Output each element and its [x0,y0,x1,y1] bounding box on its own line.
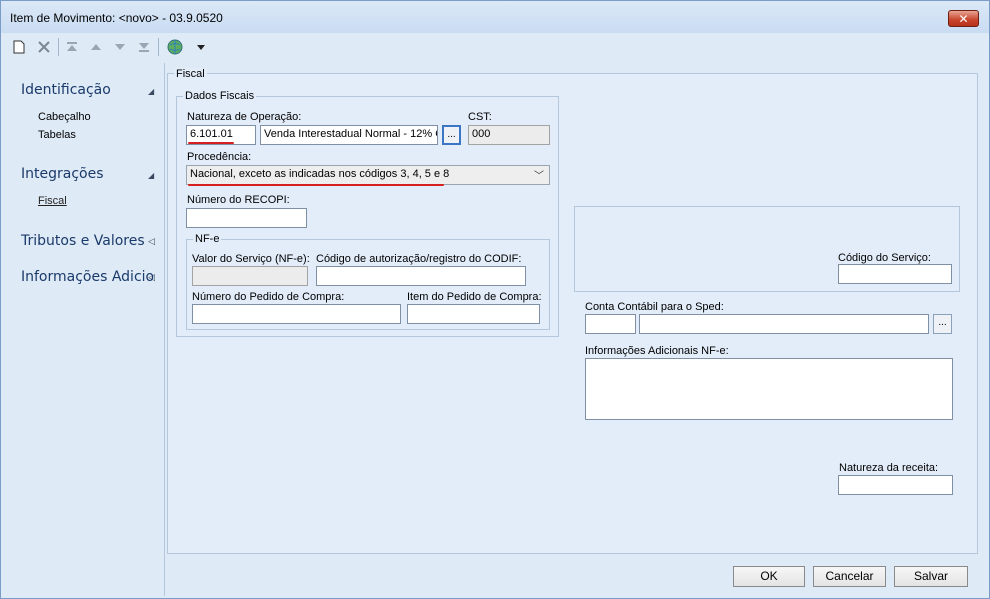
sidebar-group-informacoes[interactable]: Informações Adicio [21,269,154,285]
procedencia-select[interactable]: Nacional, exceto as indicadas nos código… [186,165,550,185]
collapsed-triangle-icon[interactable]: ◁ [148,236,155,247]
window-title: Item de Movimento: <novo> - 03.9.0520 [10,11,223,25]
conta-contabil-desc-input[interactable] [639,314,929,334]
pedido-compra-label: Número do Pedido de Compra: [192,291,345,303]
codigo-servico-input[interactable] [838,264,952,284]
sidebar-item-fiscal[interactable]: Fiscal [38,195,67,207]
next-icon[interactable] [111,38,129,56]
valor-servico-input[interactable] [192,266,308,286]
sidebar-group-identificacao[interactable]: Identificação [21,82,111,98]
annotation-underline [188,142,234,144]
natureza-lookup-button[interactable]: ... [442,125,461,145]
annotation-underline [188,184,444,186]
close-icon: ✕ [958,11,969,26]
valor-servico-label: Valor do Serviço (NF-e): [192,253,310,265]
dados-fiscais-group: Dados Fiscais Natureza de Operação: 6.10… [176,90,559,337]
sidebar: Identificação ◢ Cabeçalho Tabelas Integr… [1,63,163,599]
nfe-group: NF-e Valor do Serviço (NF-e): Código de … [186,233,550,330]
delete-icon[interactable] [35,38,53,56]
conta-contabil-lookup-button[interactable]: ... [933,314,952,334]
expanded-triangle-icon[interactable]: ◢ [148,171,154,180]
conta-contabil-code-input[interactable] [585,314,636,334]
conta-contabil-label: Conta Contábil para o Sped: [585,301,724,313]
previous-icon[interactable] [87,38,105,56]
fiscal-panel: Fiscal Dados Fiscais Natureza de Operaçã… [167,68,978,554]
item-pedido-input[interactable] [407,304,540,324]
save-button[interactable]: Salvar [894,566,968,587]
last-icon[interactable] [135,38,153,56]
codif-label: Código de autorização/registro do CODIF: [316,253,522,265]
natureza-receita-label: Natureza da receita: [839,462,939,474]
close-button[interactable]: ✕ [948,10,979,27]
expanded-triangle-icon[interactable]: ◢ [148,87,154,96]
recopi-label: Número do RECOPI: [187,194,290,206]
dados-fiscais-legend: Dados Fiscais [183,90,257,102]
collapsed-triangle-icon[interactable]: ◁ [148,272,155,283]
title-bar: Item de Movimento: <novo> - 03.9.0520 ✕ [1,1,989,33]
toolbar [1,34,989,60]
section-title: Fiscal [174,68,207,80]
info-adicionais-label: Informações Adicionais NF-e: [585,345,729,357]
recopi-input[interactable] [186,208,307,228]
pedido-compra-input[interactable] [192,304,401,324]
globe-icon[interactable] [166,38,184,56]
natureza-receita-input[interactable] [838,475,953,495]
sidebar-group-integracoes[interactable]: Integrações [21,166,104,182]
codigo-servico-label: Código do Serviço: [838,252,931,264]
sidebar-item-cabecalho[interactable]: Cabeçalho [38,111,91,123]
info-adicionais-textarea[interactable] [585,358,953,420]
codif-input[interactable] [316,266,526,286]
nfe-legend: NF-e [193,233,222,245]
procedencia-value: Nacional, exceto as indicadas nos código… [190,168,450,180]
new-document-icon[interactable] [10,38,28,56]
sidebar-divider [164,63,165,596]
sidebar-item-tabelas[interactable]: Tabelas [38,129,76,141]
toolbar-separator [158,38,159,56]
cst-input[interactable]: 000 [468,125,550,145]
dialog-window: Item de Movimento: <novo> - 03.9.0520 ✕ [0,0,990,599]
cancel-button[interactable]: Cancelar [813,566,886,587]
chevron-down-icon: ﹀ [534,171,544,182]
ok-button[interactable]: OK [733,566,805,587]
cst-label: CST: [468,111,492,123]
dropdown-arrow-icon[interactable] [192,38,210,56]
toolbar-separator [58,38,59,56]
sidebar-group-tributos[interactable]: Tributos e Valores [21,233,145,249]
servico-group: Código do Serviço: [574,206,960,292]
first-icon[interactable] [63,38,81,56]
natureza-label: Natureza de Operação: [187,111,302,123]
procedencia-label: Procedência: [187,151,252,163]
item-pedido-label: Item do Pedido de Compra: [407,291,542,303]
natureza-description-input[interactable]: Venda Interestadual Normal - 12% C [260,125,438,145]
